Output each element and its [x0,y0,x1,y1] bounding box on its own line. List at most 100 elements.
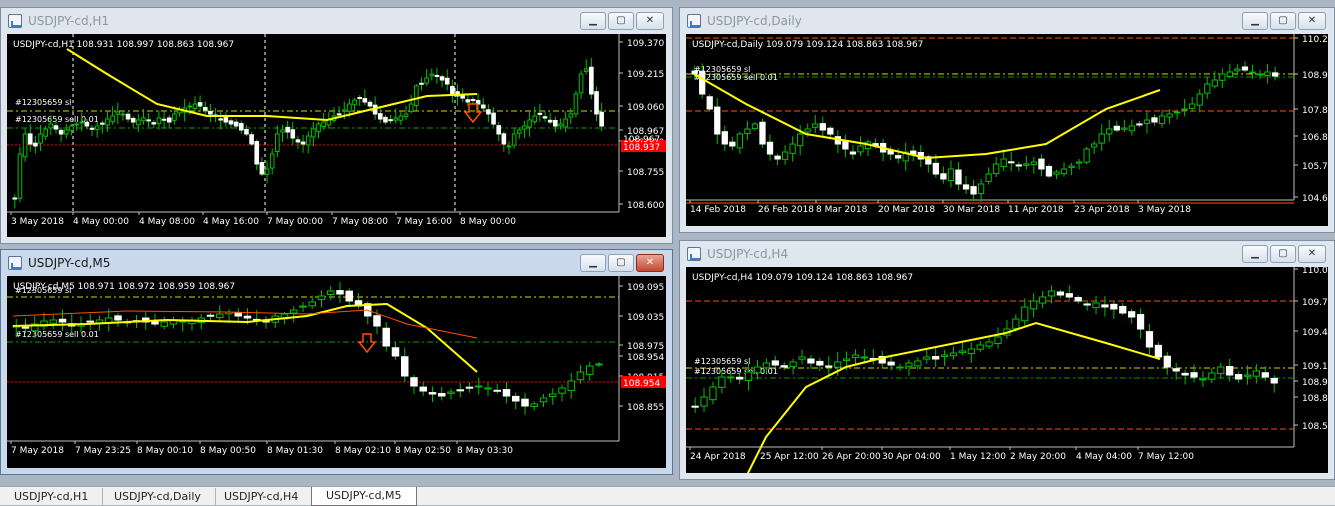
window-title: USDJPY-cd,Daily [707,14,802,28]
candle-body [218,118,224,121]
chart-window-h1[interactable]: USDJPY-cd,H1 ▁ ▢ ✕ USDJPY-cd,H1 108.931 … [0,7,673,244]
maximize-button[interactable]: ▢ [608,254,634,272]
candle-body [43,128,48,137]
price-chart[interactable]: USDJPY-cd,M5 108.971 108.972 108.959 108… [7,276,666,468]
candle-body [1181,108,1188,111]
candle-body [567,380,575,391]
minimize-button[interactable]: ▁ [1242,12,1268,30]
price-tick-label: 109.7 [1302,298,1328,308]
candle-body [1136,123,1143,126]
candle-body [729,141,736,147]
title-bar[interactable]: USDJPY-cd,Daily ▁ ▢ ✕ [680,8,1334,34]
title-bar[interactable]: USDJPY-cd,H4 ▁ ▢ ✕ [680,241,1334,267]
tab-usdjpy-m5[interactable]: USDJPY-cd,M5 [311,487,417,506]
price-tick-label: 108.975 [627,342,664,352]
candle-body [486,109,491,115]
chart-window-h4[interactable]: USDJPY-cd,H4 ▁ ▢ ✕ USDJPY-cd,H4 109.079 … [679,240,1335,480]
candle-body [136,119,141,126]
time-tick-label: 7 May 23:25 [75,446,131,456]
candle-body [300,141,306,145]
candle-body [438,393,446,397]
candle-body [834,361,842,368]
candle-body [373,315,381,327]
candle-body [563,118,568,128]
candle-body [849,151,857,155]
candle-body [573,93,579,115]
price-tick-label: 108.954 [627,353,664,363]
candle-body [599,111,604,127]
candle-body [290,129,296,139]
price-chart[interactable]: USDJPY-cd,H4 109.079 109.124 108.863 108… [686,267,1328,473]
candle-body [947,168,955,181]
candle-body [1121,127,1128,130]
close-icon: ✕ [1307,15,1317,26]
tab-usdjpy-h4[interactable]: USDJPY-cd,H4 [210,488,314,505]
candle-body [12,197,18,200]
chart-window-daily[interactable]: USDJPY-cd,Daily ▁ ▢ ✕ USDJPY-cd,Daily 10… [679,7,1335,233]
close-button[interactable]: ✕ [636,12,664,30]
tab-usdjpy-h1[interactable]: USDJPY-cd,H1 [0,488,104,505]
candle-body [1151,117,1158,123]
candle-body [789,361,797,368]
minimize-button[interactable]: ▁ [580,254,606,272]
candlestick-chart[interactable]: USDJPY-cd,H1 108.931 108.997 108.863 108… [7,34,666,237]
candle-body [1208,372,1216,380]
price-tick-label: 104.6 [1302,194,1328,204]
candle-body [751,123,759,129]
candle-body [1226,365,1234,376]
candlestick-chart[interactable]: USDJPY-cd,H4 109.079 109.124 108.863 108… [686,267,1328,473]
price-chart[interactable]: USDJPY-cd,H1 108.931 108.997 108.863 108… [7,34,666,237]
candle-body [160,321,168,327]
candle-body [403,113,409,118]
price-chart[interactable]: USDJPY-cd,Daily 109.079 109.124 108.863 … [686,34,1328,226]
candle-body [1190,372,1198,378]
candle-body [923,356,931,360]
candle-body [949,352,958,357]
candle-body [450,85,455,95]
candle-body [316,123,321,133]
candle-body [249,134,254,145]
candlestick-chart[interactable]: USDJPY-cd,M5 108.971 108.972 108.959 108… [7,276,666,468]
candle-body [383,116,388,123]
maximize-button[interactable]: ▢ [608,12,634,30]
candle-body [410,377,418,387]
candle-body [1113,125,1120,131]
candle-body [537,112,543,115]
candle-body [1106,128,1113,135]
maximize-button[interactable]: ▢ [1270,12,1296,30]
close-button[interactable]: ✕ [636,254,664,272]
candle-body [254,141,260,165]
candle-body [549,393,557,398]
chart-window-m5[interactable]: USDJPY-cd,M5 ▁ ▢ ✕ USDJPY-cd,M5 108.971 … [0,249,673,475]
candle-body [275,133,280,152]
close-button[interactable]: ✕ [1298,245,1326,263]
candle-body [1271,72,1279,77]
candle-body [243,315,252,319]
close-button[interactable]: ✕ [1298,12,1326,30]
candle-body [842,140,849,150]
candle-body [771,360,779,366]
title-bar[interactable]: USDJPY-cd,H1 ▁ ▢ ✕ [1,8,672,34]
candle-body [295,139,301,143]
candle-body [789,143,796,154]
title-bar[interactable]: USDJPY-cd,M5 ▁ ▢ ✕ [1,250,672,276]
candle-body [244,129,249,135]
candle-body [357,97,363,100]
candle-body [583,68,589,72]
candle-body [1056,291,1065,296]
candle-body [736,133,744,149]
minimize-button[interactable]: ▁ [1242,245,1268,263]
candle-body [1128,125,1136,132]
maximize-button[interactable]: ▢ [1270,245,1296,263]
tab-usdjpy-daily[interactable]: USDJPY-cd,Daily [100,488,216,505]
sell-arrow-icon [357,333,377,354]
candle-body [699,70,706,95]
candlestick-chart[interactable]: USDJPY-cd,Daily 109.079 109.124 108.863 … [686,34,1328,226]
candle-body [345,290,353,302]
minimize-button[interactable]: ▁ [580,12,606,30]
candle-body [208,110,213,115]
candle-body [595,363,603,366]
time-tick-label: 30 Apr 04:00 [882,452,941,462]
candle-body [932,162,940,175]
candle-body [439,76,445,81]
